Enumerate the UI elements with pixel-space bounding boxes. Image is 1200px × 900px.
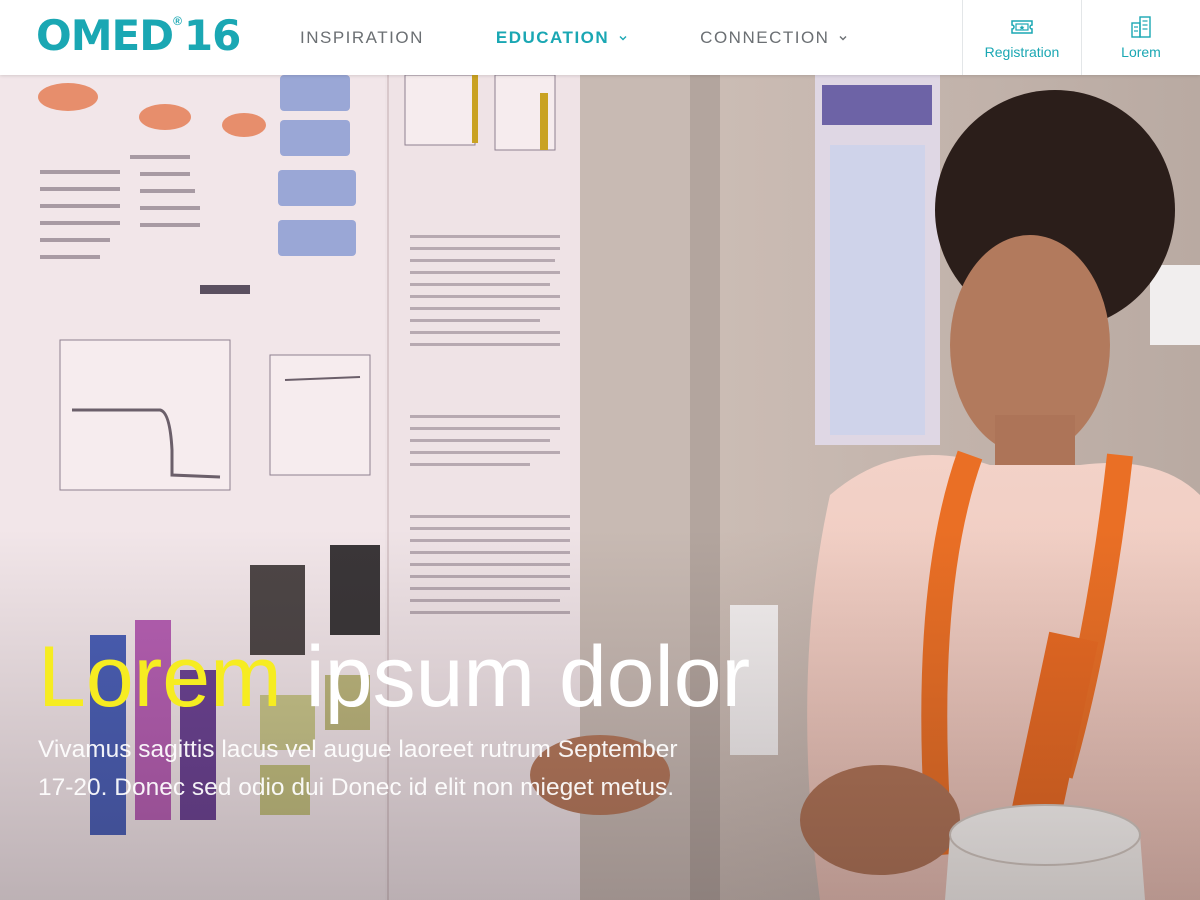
registration-button[interactable]: Registration	[962, 0, 1081, 75]
building-icon	[1131, 16, 1151, 38]
nav-item-connection[interactable]: CONNECTION	[700, 28, 848, 48]
hero-title-highlight: Lorem	[38, 629, 282, 725]
hero-title: Lorem ipsum dolor	[38, 627, 750, 727]
lorem-button[interactable]: Lorem	[1081, 0, 1200, 75]
logo-text: OMED	[36, 11, 174, 60]
ticket-icon	[1011, 20, 1033, 34]
lorem-label: Lorem	[1121, 44, 1161, 60]
hero-banner: Lorem ipsum dolor Vivamus sagittis lacus…	[0, 75, 1200, 900]
main-nav: INSPIRATION EDUCATION CONNECTION	[300, 0, 962, 75]
logo-registered-mark: ®	[173, 14, 182, 28]
nav-item-education[interactable]: EDUCATION	[496, 28, 628, 48]
chevron-down-icon	[619, 35, 627, 40]
site-header: OMED ® 16 INSPIRATION EDUCATION CONNECTI…	[0, 0, 1200, 75]
omed-logo[interactable]: OMED ® 16	[0, 0, 300, 75]
logo-year: 16	[183, 11, 241, 60]
nav-item-inspiration[interactable]: INSPIRATION	[300, 28, 424, 48]
hero-subtitle: Vivamus sagittis lacus vel augue laoreet…	[38, 736, 678, 801]
nav-item-label: CONNECTION	[700, 27, 830, 47]
hero-title-rest: ipsum dolor	[281, 629, 751, 725]
nav-item-label: INSPIRATION	[300, 27, 424, 47]
nav-item-label: EDUCATION	[495, 27, 610, 47]
chevron-down-icon	[839, 35, 847, 40]
registration-label: Registration	[984, 44, 1060, 60]
